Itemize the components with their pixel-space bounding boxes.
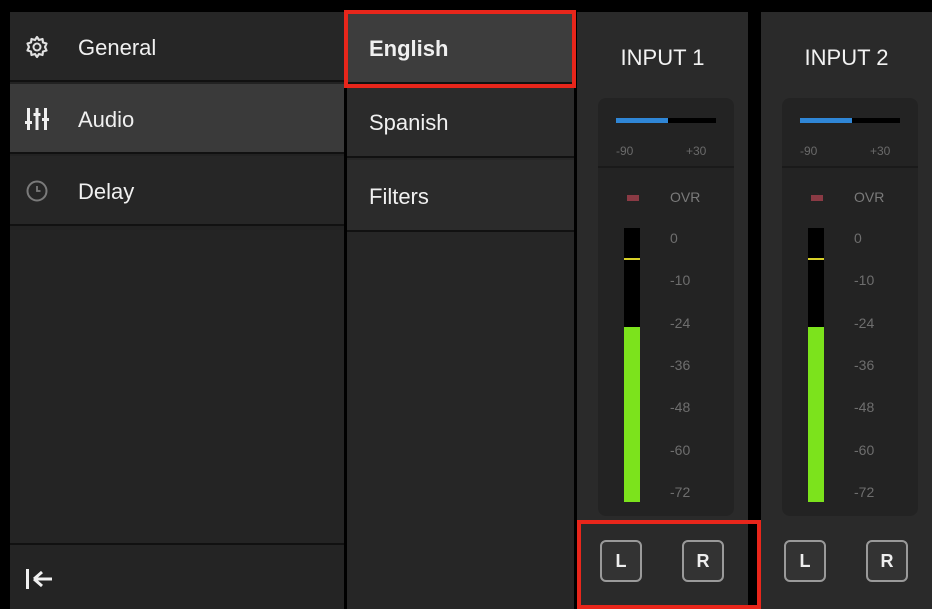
sidebar-empty-area: [10, 230, 344, 550]
trim-slider-fill: [800, 118, 852, 123]
level-meter-fill: [624, 327, 640, 502]
sidebar-item-audio[interactable]: Audio: [10, 84, 344, 154]
language-label: English: [369, 36, 449, 61]
meter-scale-label: -72: [670, 484, 691, 500]
trim-control[interactable]: -90 +30: [598, 98, 734, 168]
language-label: Filters: [369, 184, 429, 209]
input-strip-2: INPUT 2 -90 +30 OVR 0 -10 -24 -36 -48 -6…: [761, 12, 932, 609]
collapse-left-icon[interactable]: [24, 567, 54, 591]
settings-sidebar: General Audio Delay: [10, 12, 344, 609]
sidebar-item-general[interactable]: General: [10, 12, 344, 82]
peak-indicator: [808, 258, 824, 260]
level-meter-fill: [808, 327, 824, 502]
meter-scale-label: 0: [670, 230, 678, 246]
trim-min-label: -90: [616, 144, 634, 158]
audio-settings-window: General Audio Delay English Spanish Filt…: [0, 0, 932, 609]
meter-scale-label: -48: [670, 399, 691, 415]
meter-scale-label: -36: [670, 357, 691, 373]
overload-label: OVR: [854, 189, 885, 205]
meter-scale-label: -48: [854, 399, 875, 415]
sidebar-footer: [10, 543, 344, 609]
meter-scale-label: -10: [854, 272, 875, 288]
level-meter: [808, 228, 824, 502]
meter-panel: -90 +30 OVR 0 -10 -24 -36 -48 -60 -72: [598, 98, 734, 516]
right-channel-button[interactable]: R: [682, 540, 724, 582]
meter-scale-label: -60: [670, 442, 691, 458]
level-meter: [624, 228, 640, 502]
right-channel-button[interactable]: R: [866, 540, 908, 582]
peak-indicator: [624, 258, 640, 260]
meter-scale-label: -60: [854, 442, 875, 458]
trim-max-label: +30: [686, 144, 707, 158]
clock-icon: [24, 178, 50, 204]
trim-control[interactable]: -90 +30: [782, 98, 918, 168]
trim-slider[interactable]: [800, 118, 900, 123]
meter-scale-label: -72: [854, 484, 875, 500]
meter-scale-label: -36: [854, 357, 875, 373]
mixer-sliders-icon: [24, 106, 50, 132]
input-title: INPUT 1: [620, 45, 705, 70]
sidebar-item-label: Audio: [78, 107, 135, 132]
input-strip-1: INPUT 1 -90 +30 OVR 0 -10 -24 -36 -48 -6…: [577, 12, 748, 609]
language-item-filters[interactable]: Filters: [347, 160, 574, 232]
language-label: Spanish: [369, 110, 449, 135]
meter-scale-label: -24: [670, 315, 691, 331]
trim-slider[interactable]: [616, 118, 716, 123]
overload-led: [627, 195, 639, 201]
sidebar-item-delay[interactable]: Delay: [10, 156, 344, 226]
input-title: INPUT 2: [804, 45, 889, 70]
left-channel-button[interactable]: L: [600, 540, 642, 582]
language-item-spanish[interactable]: Spanish: [347, 86, 574, 158]
left-channel-button[interactable]: L: [784, 540, 826, 582]
meter-scale-label: -24: [854, 315, 875, 331]
language-list: English Spanish Filters: [347, 12, 574, 609]
language-item-english[interactable]: English: [347, 12, 574, 84]
overload-label: OVR: [670, 189, 701, 205]
meter-scale-label: 0: [854, 230, 862, 246]
sidebar-item-label: General: [78, 35, 157, 60]
trim-max-label: +30: [870, 144, 891, 158]
trim-min-label: -90: [800, 144, 818, 158]
trim-slider-fill: [616, 118, 668, 123]
gear-icon: [24, 34, 50, 60]
overload-led: [811, 195, 823, 201]
meter-scale-label: -10: [670, 272, 691, 288]
sidebar-item-label: Delay: [78, 179, 135, 204]
meter-panel: -90 +30 OVR 0 -10 -24 -36 -48 -60 -72: [782, 98, 918, 516]
